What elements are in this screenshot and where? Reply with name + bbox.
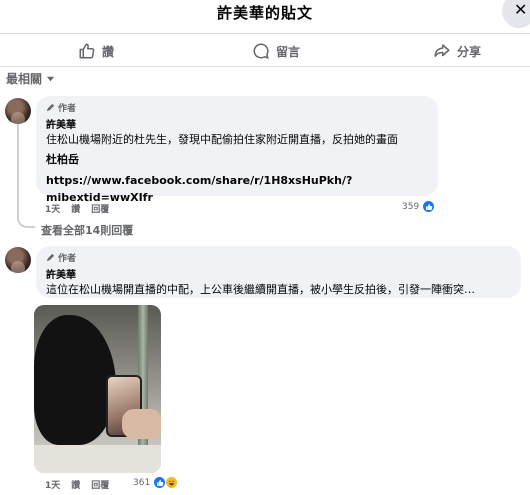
reaction-count: 361 (133, 477, 151, 488)
mention-link[interactable]: 杜柏岳 (46, 151, 428, 168)
comment-time[interactable]: 1天 (45, 202, 60, 215)
comment-label: 留言 (276, 44, 301, 59)
pencil-icon (46, 253, 55, 262)
comment-like-button[interactable]: 讚 (71, 202, 80, 215)
like-reaction-icon (422, 200, 436, 213)
header-divider (0, 33, 530, 34)
thread-line (17, 124, 19, 216)
post-action-bar: 讚 留言 分享 (0, 38, 530, 64)
sort-label: 最相關 (6, 72, 43, 86)
pencil-icon (46, 103, 55, 112)
comment-author[interactable]: 許美華 (46, 266, 511, 281)
bus-floor (34, 445, 161, 473)
thumbs-up-icon (79, 43, 95, 59)
comment-button[interactable]: 留言 (252, 38, 300, 64)
avatar[interactable] (5, 247, 31, 273)
like-button[interactable]: 讚 (78, 38, 114, 64)
reaction-count: 359 (402, 201, 420, 212)
comment-time[interactable]: 1天 (45, 478, 60, 491)
comment-like-button[interactable]: 讚 (71, 478, 80, 491)
action-divider (0, 66, 530, 67)
author-badge: 作者 (46, 251, 511, 264)
comment-bubble: 作者 許美華 這位在松山機場開直播的中配，上公車後繼續開直播，被小學生反拍後，引… (36, 246, 521, 298)
post-title: 許美華的貼文 (216, 4, 313, 22)
comment-sort-dropdown[interactable]: 最相關 (6, 70, 55, 87)
hand (122, 409, 161, 439)
speech-bubble-icon (253, 43, 269, 59)
person-silhouette (34, 315, 116, 445)
comment-meta: 1天 讚 回覆 (45, 202, 109, 215)
close-button[interactable]: ✕ (502, 0, 530, 28)
caret-down-icon (46, 76, 55, 82)
view-replies-link[interactable]: 查看全部14則回覆 (41, 222, 133, 238)
thread-line-curve (17, 214, 35, 228)
share-arrow-icon (434, 44, 450, 57)
comment-text: 這位在松山機場開直播的中配，上公車後繼續開直播，被小學生反拍後，引發一陣衝突… (46, 283, 475, 296)
comment-text: 住松山機場附近的杜先生，發現中配偷拍住家附近開直播，反拍她的畫面 (46, 133, 398, 146)
reaction-summary[interactable]: 361 (133, 476, 179, 489)
close-icon: ✕ (514, 0, 528, 19)
share-label: 分享 (457, 44, 482, 59)
post-header: 許美華的貼文 ✕ (0, 0, 530, 32)
comment-meta: 1天 讚 回覆 (45, 478, 109, 491)
avatar[interactable] (5, 98, 31, 124)
reaction-summary[interactable]: 359 (402, 200, 436, 213)
comment-reply-button[interactable]: 回覆 (91, 202, 109, 215)
comment-bubble: 作者 許美華 住松山機場附近的杜先生，發現中配偷拍住家附近開直播，反拍她的畫面 … (36, 96, 438, 204)
comment-video-thumbnail[interactable] (34, 305, 161, 473)
url-link[interactable]: https://www.facebook.com/share/r/1H8xsHu… (46, 172, 428, 206)
author-badge-label: 作者 (58, 254, 77, 264)
author-badge-label: 作者 (58, 104, 77, 114)
comment-reply-button[interactable]: 回覆 (91, 478, 109, 491)
haha-reaction-icon (165, 476, 179, 489)
like-label: 讚 (102, 44, 115, 59)
comment-author[interactable]: 許美華 (46, 116, 428, 131)
author-badge: 作者 (46, 101, 428, 114)
share-button[interactable]: 分享 (433, 38, 481, 64)
